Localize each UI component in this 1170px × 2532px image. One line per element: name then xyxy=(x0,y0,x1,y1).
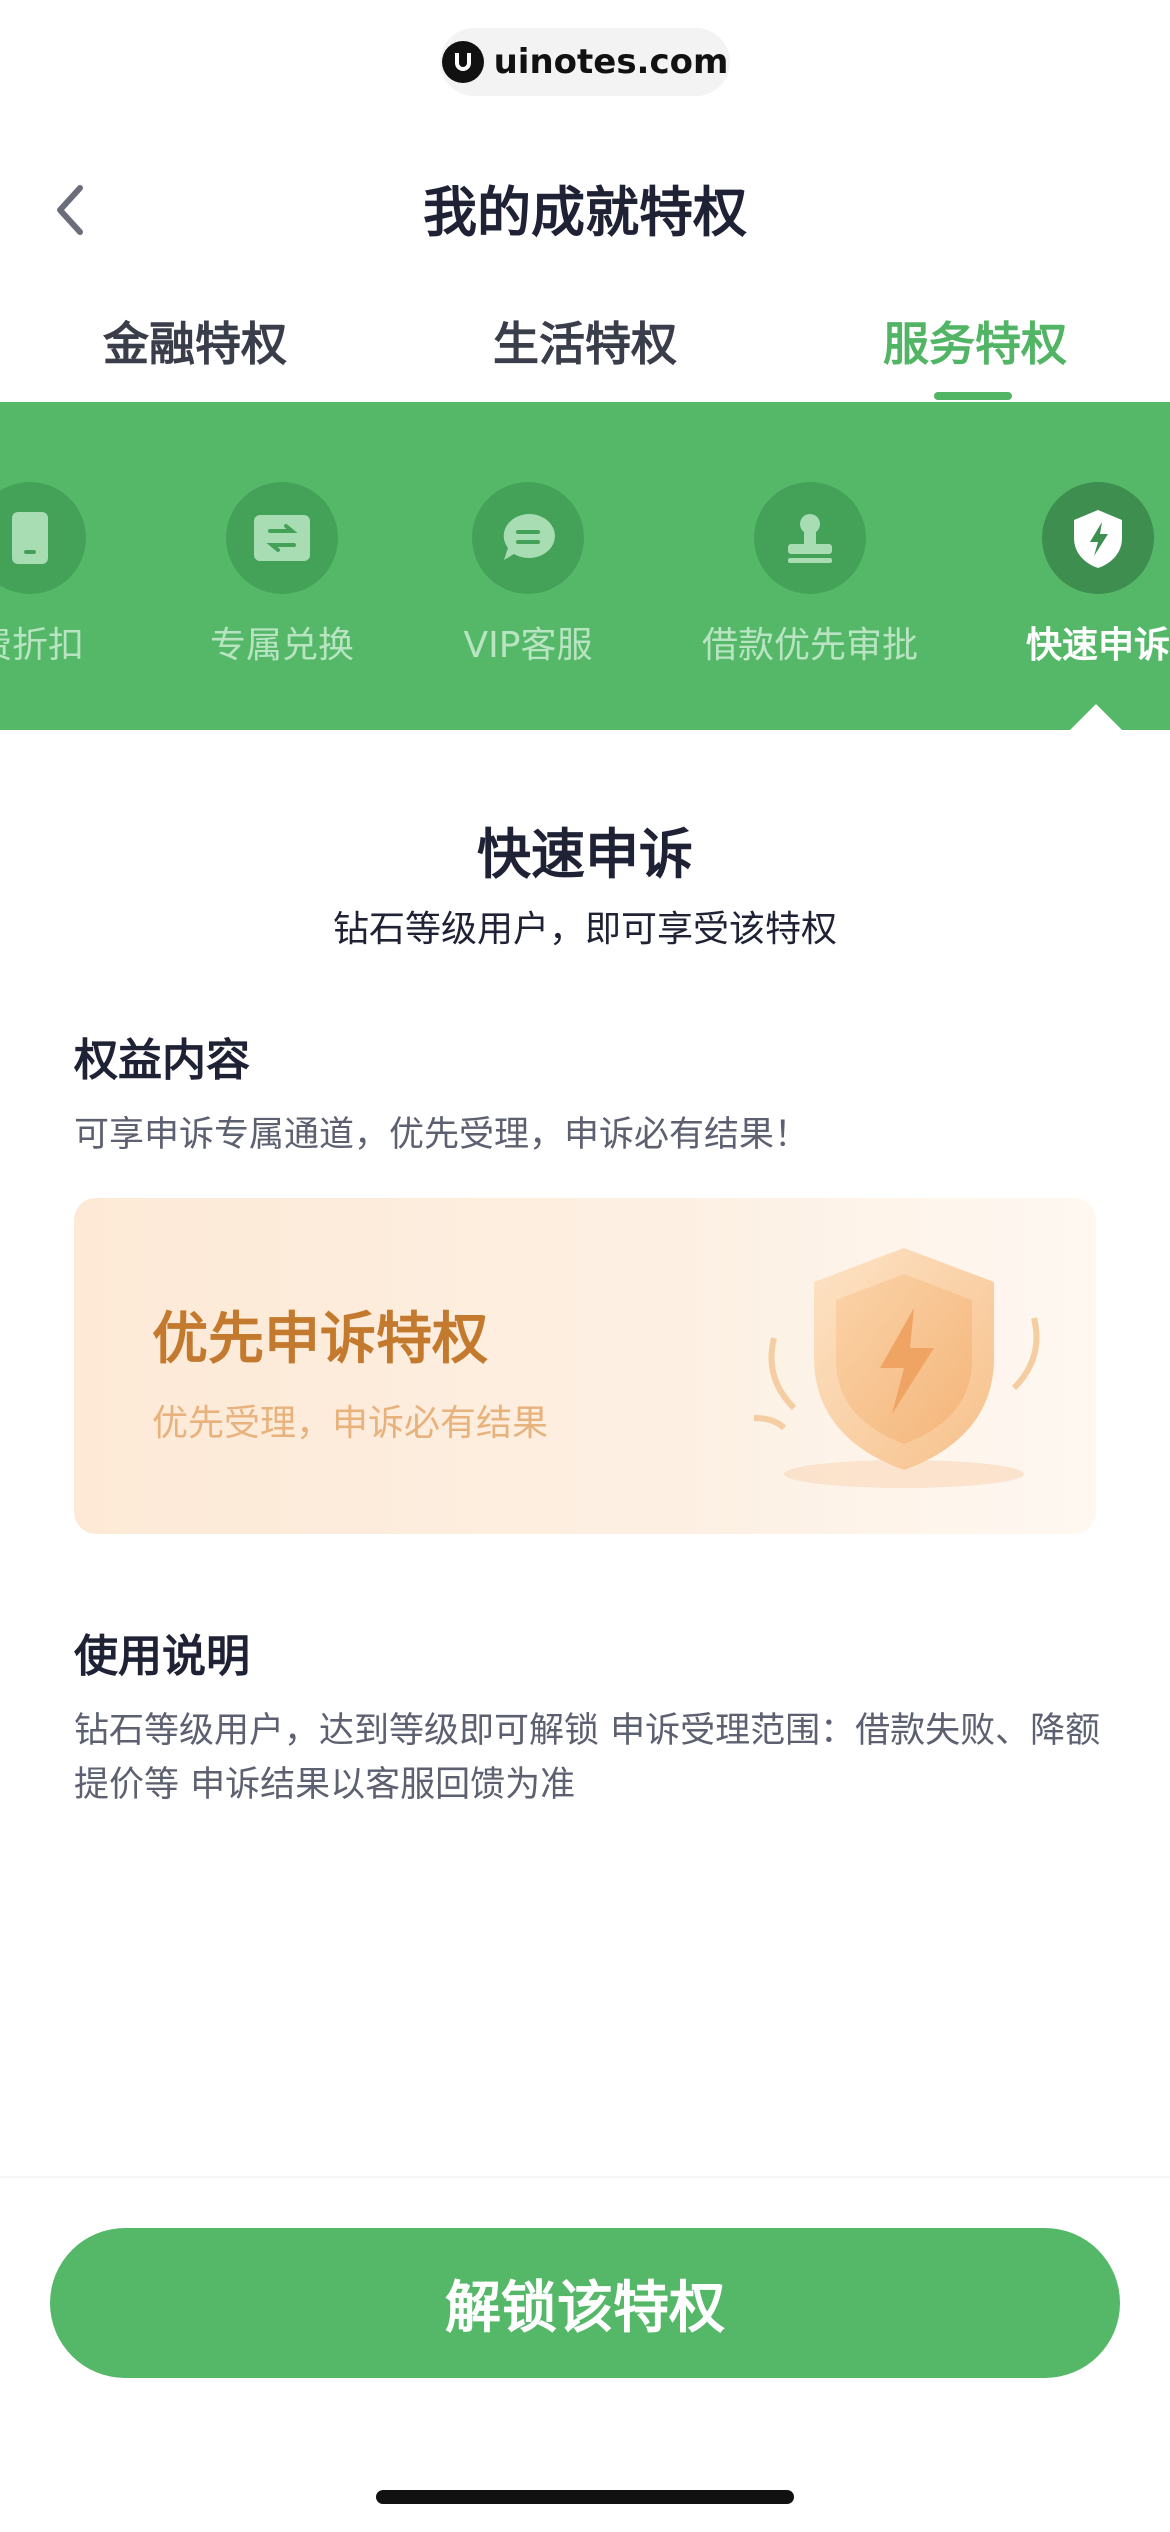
privilege-title: 快速申诉 xyxy=(477,823,693,886)
benefit-text: 可享申诉专属通道，优先受理，申诉必有结果！ xyxy=(74,1115,810,1155)
tab-service[interactable]: 服务特权 xyxy=(780,300,1170,402)
card-title: 优先申诉特权 xyxy=(152,1307,488,1372)
privilege-label: VIP客服 xyxy=(463,625,593,666)
uinotes-logo-icon xyxy=(441,41,484,83)
tab-bar: 金融特权 生活特权 服务特权 xyxy=(0,300,1170,402)
unlock-privilege-button[interactable]: 解锁该特权 xyxy=(50,2228,1120,2378)
privilege-label: 快速申诉 xyxy=(1025,625,1170,666)
shield-badge-icon xyxy=(754,1248,1040,1488)
card-subtitle: 优先受理，申诉必有结果 xyxy=(152,1403,549,1444)
benefit-heading: 权益内容 xyxy=(74,1035,250,1086)
watermark: uinotes.com xyxy=(440,28,730,96)
privilege-carousel[interactable]: 费折扣 专属兑换 VIP客服 借款优先审批 快速申诉 xyxy=(0,402,1170,730)
divider xyxy=(0,2176,1170,2178)
watermark-text: uinotes.com xyxy=(493,42,729,82)
exchange-icon xyxy=(226,482,338,594)
page-title: 我的成就特权 xyxy=(423,181,747,244)
privilege-item-loan-approval[interactable]: 借款优先审批 xyxy=(680,482,940,668)
tab-finance[interactable]: 金融特权 xyxy=(0,300,390,402)
privilege-item-vip-service[interactable]: VIP客服 xyxy=(398,482,658,668)
privilege-item-fast-appeal[interactable]: 快速申诉 xyxy=(968,482,1170,668)
privilege-label: 费折扣 xyxy=(0,625,84,666)
active-tab-indicator xyxy=(934,392,1012,400)
chat-icon xyxy=(472,482,584,594)
home-indicator xyxy=(376,2490,794,2504)
usage-text: 钻石等级用户，达到等级即可解锁 申诉受理范围：借款失败、降额提价等 申诉结果以客… xyxy=(74,1711,1101,1805)
stamp-icon xyxy=(754,482,866,594)
privilege-label: 借款优先审批 xyxy=(701,625,918,666)
page: uinotes.com 我的成就特权 金融特权 生活特权 服务特权 费折扣 专属… xyxy=(0,0,1170,2532)
privilege-item-discount[interactable]: 费折扣 xyxy=(0,482,160,668)
phone-icon xyxy=(0,482,86,594)
tab-life[interactable]: 生活特权 xyxy=(390,300,780,402)
privilege-item-exchange[interactable]: 专属兑换 xyxy=(152,482,412,668)
lightning-shield-icon xyxy=(1042,482,1154,594)
benefit-card: 优先申诉特权 优先受理，申诉必有结果 xyxy=(74,1198,1096,1534)
usage-heading: 使用说明 xyxy=(74,1631,250,1682)
selected-privilege-pointer xyxy=(1070,704,1122,730)
privilege-subtitle: 钻石等级用户，即可享受该特权 xyxy=(332,909,837,950)
privilege-label: 专属兑换 xyxy=(209,625,354,666)
